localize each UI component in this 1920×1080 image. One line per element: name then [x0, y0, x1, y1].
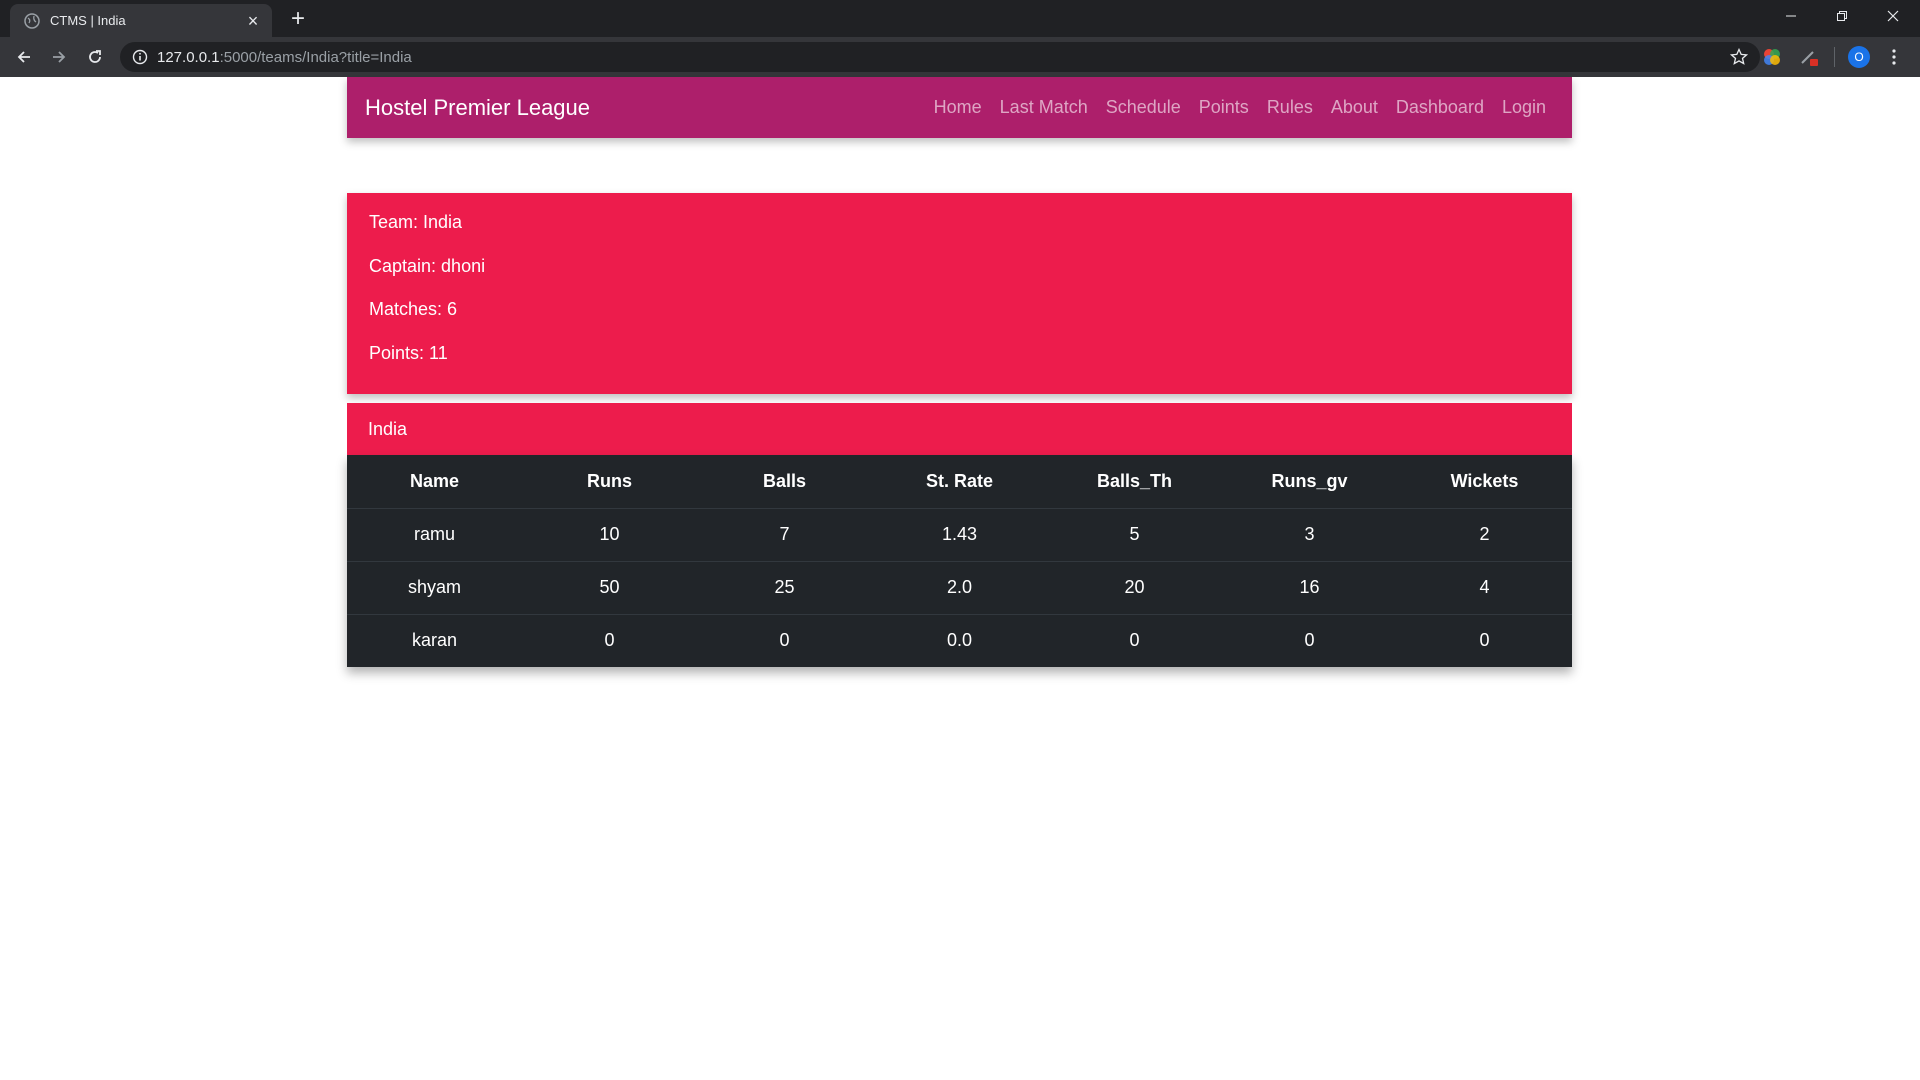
url-text[interactable]: 127.0.0.1:5000/teams/India?title=India: [157, 49, 412, 66]
color-wheel-icon: [1764, 49, 1780, 65]
star-icon[interactable]: [1730, 48, 1748, 66]
table-cell: 5: [1047, 507, 1222, 561]
nav-link-home[interactable]: Home: [925, 97, 991, 118]
browser-tab[interactable]: CTMS | India ×: [10, 4, 272, 37]
browser-toolbar: 127.0.0.1:5000/teams/India?title=India O: [0, 37, 1920, 77]
column-header: Runs_gv: [1271, 470, 1348, 491]
nav-link-about[interactable]: About: [1322, 97, 1387, 118]
table-cell: 2: [1397, 507, 1572, 561]
nav-link-points[interactable]: Points: [1190, 97, 1258, 118]
column-header: Name: [409, 470, 460, 491]
nav-link-schedule[interactable]: Schedule: [1097, 97, 1190, 118]
table-cell: 0.0: [872, 613, 1047, 667]
table-cell: 0: [697, 613, 872, 667]
pen-extension-button[interactable]: [1799, 47, 1819, 67]
globe-icon: [24, 12, 40, 29]
table-row: karan 0 0 0.0 0 0 0: [347, 613, 1572, 667]
table-cell: 3: [1222, 507, 1397, 561]
profile-avatar[interactable]: O: [1848, 46, 1870, 68]
new-tab-button[interactable]: +: [284, 7, 312, 31]
browser-tab-strip: CTMS | India × +: [0, 0, 1920, 37]
table-row: ramu 10 7 1.43 5 3 2: [347, 507, 1572, 561]
browser-menu-button[interactable]: [1884, 47, 1904, 67]
minimize-icon: [1786, 15, 1796, 17]
brand-link[interactable]: Hostel Premier League: [365, 95, 590, 121]
table-cell: shyam: [347, 560, 522, 614]
squad-header: India: [347, 403, 1572, 455]
table-cell: 25: [697, 560, 872, 614]
team-captain: Captain: dhoni: [369, 255, 486, 276]
nav-link-login[interactable]: Login: [1493, 97, 1554, 118]
team-info-card: Team: India Captain: dhoni Matches: 6 Po…: [347, 193, 1572, 394]
column-header: Balls: [762, 470, 807, 491]
nav-link-last-match[interactable]: Last Match: [991, 97, 1097, 118]
team-matches: Matches: 6: [369, 299, 458, 319]
table-cell: 0: [1047, 613, 1222, 667]
column-header: Balls_Th: [1096, 470, 1173, 491]
close-window-button[interactable]: [1868, 0, 1918, 32]
table-cell: 20: [1047, 560, 1222, 614]
nav-link-rules[interactable]: Rules: [1258, 97, 1322, 118]
color-extension-button[interactable]: [1762, 47, 1782, 67]
table-cell: ramu: [347, 507, 522, 561]
column-header: Runs: [587, 470, 632, 491]
nav-links: Home Last Match Schedule Points Rules Ab…: [925, 97, 1554, 118]
arrow-left-icon: [17, 51, 30, 63]
info-icon[interactable]: [132, 49, 148, 65]
close-icon: [1887, 10, 1899, 22]
url-path: :5000/teams/India?title=India: [219, 49, 412, 66]
pen-icon: [1801, 51, 1818, 66]
restore-icon: [1837, 11, 1847, 21]
more-vertical-icon: [1892, 49, 1896, 65]
forward-button[interactable]: [45, 43, 73, 71]
table-row: shyam 50 25 2.0 20 16 4: [347, 560, 1572, 614]
table-cell: 4: [1397, 560, 1572, 614]
toolbar-divider: [1834, 47, 1835, 67]
column-header: Wickets: [1450, 470, 1519, 491]
arrow-right-icon: [53, 51, 66, 63]
minimize-button[interactable]: [1766, 0, 1816, 32]
back-button[interactable]: [10, 43, 38, 71]
tab-close-icon[interactable]: ×: [244, 12, 262, 30]
team-points: Points: 11: [369, 342, 448, 363]
table-cell: 1.43: [872, 507, 1047, 561]
table-cell: 50: [522, 560, 697, 614]
table-header-row: Name Runs Balls St. Rate Balls_Th Runs_g…: [347, 455, 1572, 508]
table-cell: 0: [1397, 613, 1572, 667]
team-name: Team: India: [369, 212, 463, 232]
table-cell: 0: [1222, 613, 1397, 667]
page-content: Hostel Premier League Home Last Match Sc…: [0, 77, 1920, 1080]
table-cell: 0: [522, 613, 697, 667]
player-stats-table: Name Runs Balls St. Rate Balls_Th Runs_g…: [347, 455, 1572, 667]
nav-link-dashboard[interactable]: Dashboard: [1387, 97, 1493, 118]
top-navbar: Hostel Premier League Home Last Match Sc…: [347, 77, 1572, 138]
table-cell: 2.0: [872, 560, 1047, 614]
table-cell: 10: [522, 507, 697, 561]
reload-icon: [89, 50, 101, 63]
table-cell: 7: [697, 507, 872, 561]
table-cell: 16: [1222, 560, 1397, 614]
tab-title: CTMS | India: [50, 13, 126, 28]
column-header: St. Rate: [925, 470, 994, 491]
restore-button[interactable]: [1817, 0, 1867, 32]
address-bar[interactable]: 127.0.0.1:5000/teams/India?title=India: [120, 42, 1760, 72]
reload-button[interactable]: [81, 43, 109, 71]
url-host: 127.0.0.1: [157, 49, 220, 66]
table-cell: karan: [347, 613, 522, 667]
